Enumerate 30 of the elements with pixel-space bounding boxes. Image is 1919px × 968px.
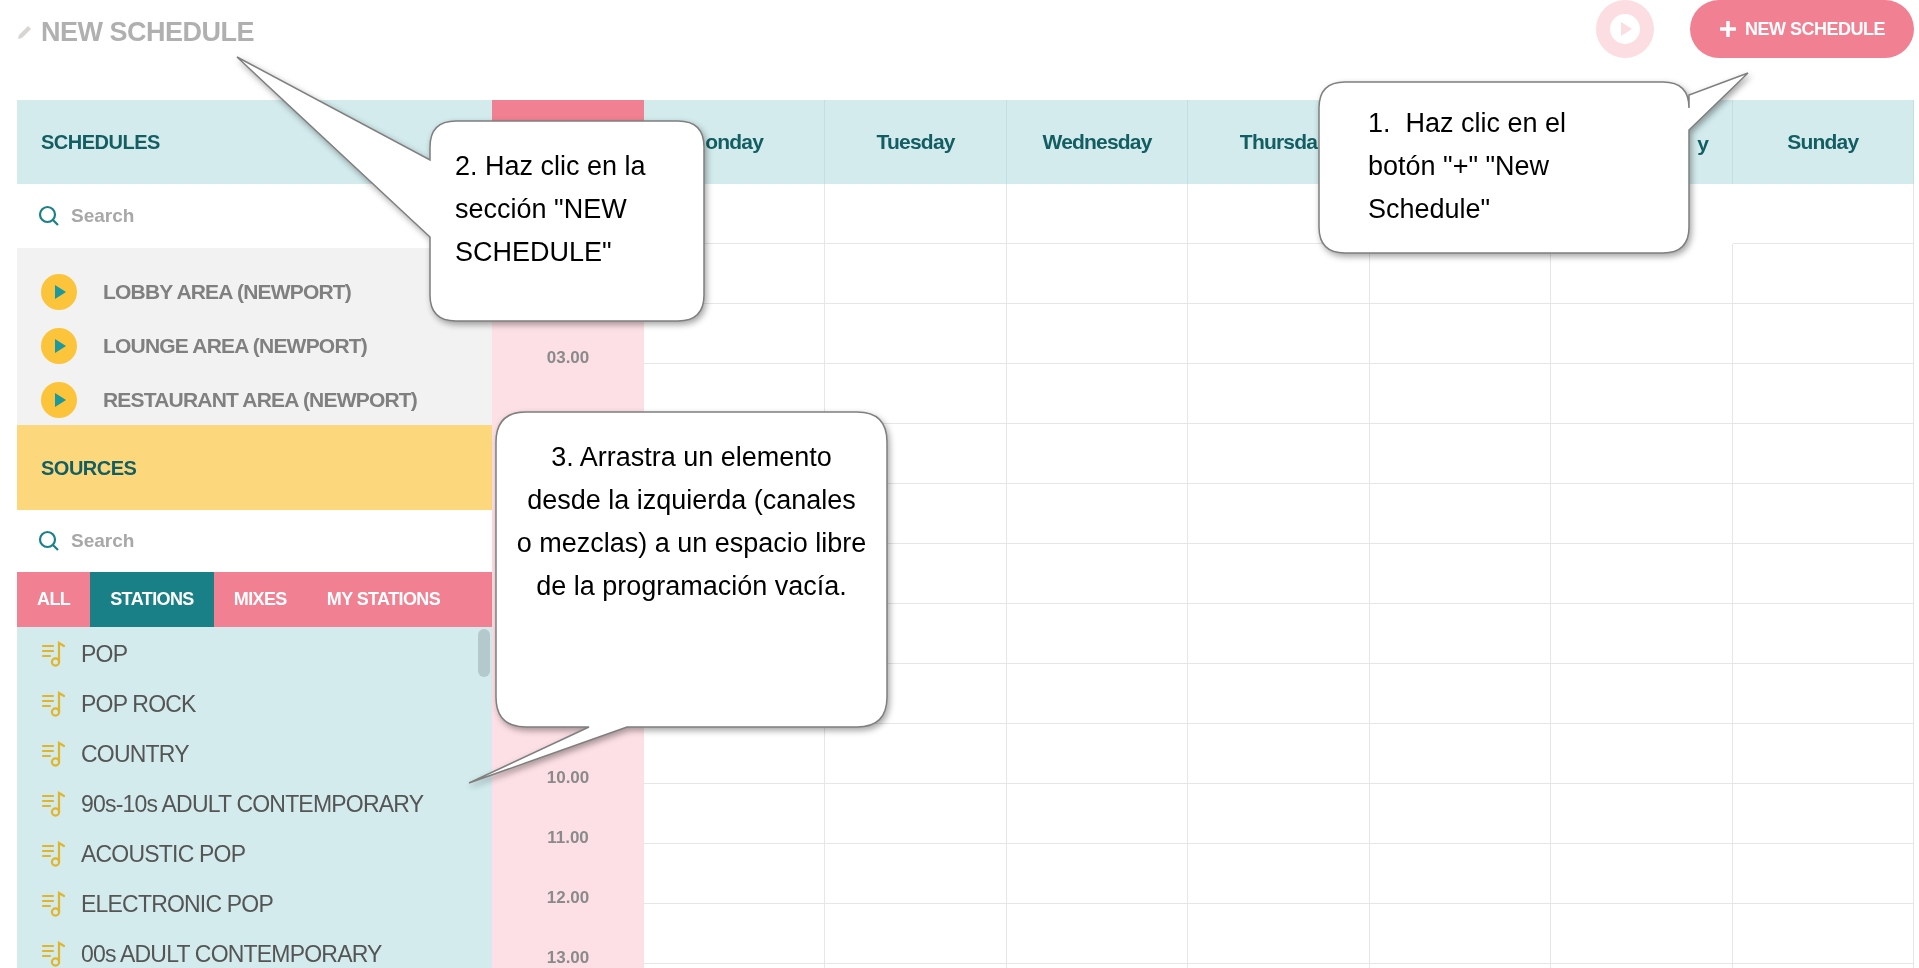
day-name: Thursda xyxy=(1239,129,1318,156)
time-label: 11.00 xyxy=(547,827,589,850)
station-item[interactable]: ELECTRONIC POP xyxy=(81,886,273,922)
schedule-item[interactable]: LOUNGE AREA (NEWPORT) xyxy=(103,330,367,362)
station-item[interactable]: 90s-10s ADULT CONTEMPORARY xyxy=(81,786,424,822)
day-name: onday xyxy=(705,129,764,156)
tooltip-text: 2. Haz clic en la sección "NEW SCHEDULE" xyxy=(455,150,647,269)
station-item[interactable]: 00s ADULT CONTEMPORARY xyxy=(81,936,382,968)
sources-title: SOURCES xyxy=(41,455,137,481)
day-name: Wednesday xyxy=(1042,129,1152,156)
time-label: 12.00 xyxy=(546,887,590,910)
time-label: 03.00 xyxy=(546,347,590,370)
tooltip-text: 3. Arrastra un elemento desde la izquierda (canales o mezclas) a un espacio libre de la programación vacía. xyxy=(516,441,867,603)
day-name: Tuesday xyxy=(876,129,955,156)
station-item[interactable]: POP xyxy=(81,636,128,672)
search-field[interactable]: Search xyxy=(71,526,371,556)
schedule-item[interactable]: LOBBY AREA (NEWPORT) xyxy=(103,276,352,308)
day-name: y xyxy=(1697,131,1709,158)
schedule-item[interactable]: RESTAURANT AREA (NEWPORT) xyxy=(103,384,418,416)
day-name: Sunday xyxy=(1787,129,1859,156)
tooltip-text: 1. Haz clic en el botón "+" "New Schedule" xyxy=(1368,107,1568,226)
time-label: 13.00 xyxy=(546,947,590,968)
station-item[interactable]: ACOUSTIC POP xyxy=(81,836,246,872)
new-schedule-button[interactable]: NEW SCHEDULE xyxy=(1690,0,1914,58)
time-label: 10.00 xyxy=(546,767,590,790)
search-field[interactable]: Search xyxy=(71,201,371,231)
station-item[interactable]: COUNTRY xyxy=(81,736,189,772)
source-tab[interactable]: STATIONS xyxy=(90,572,214,627)
station-item[interactable]: POP ROCK xyxy=(81,686,196,722)
schedules-title: SCHEDULES xyxy=(41,130,160,155)
